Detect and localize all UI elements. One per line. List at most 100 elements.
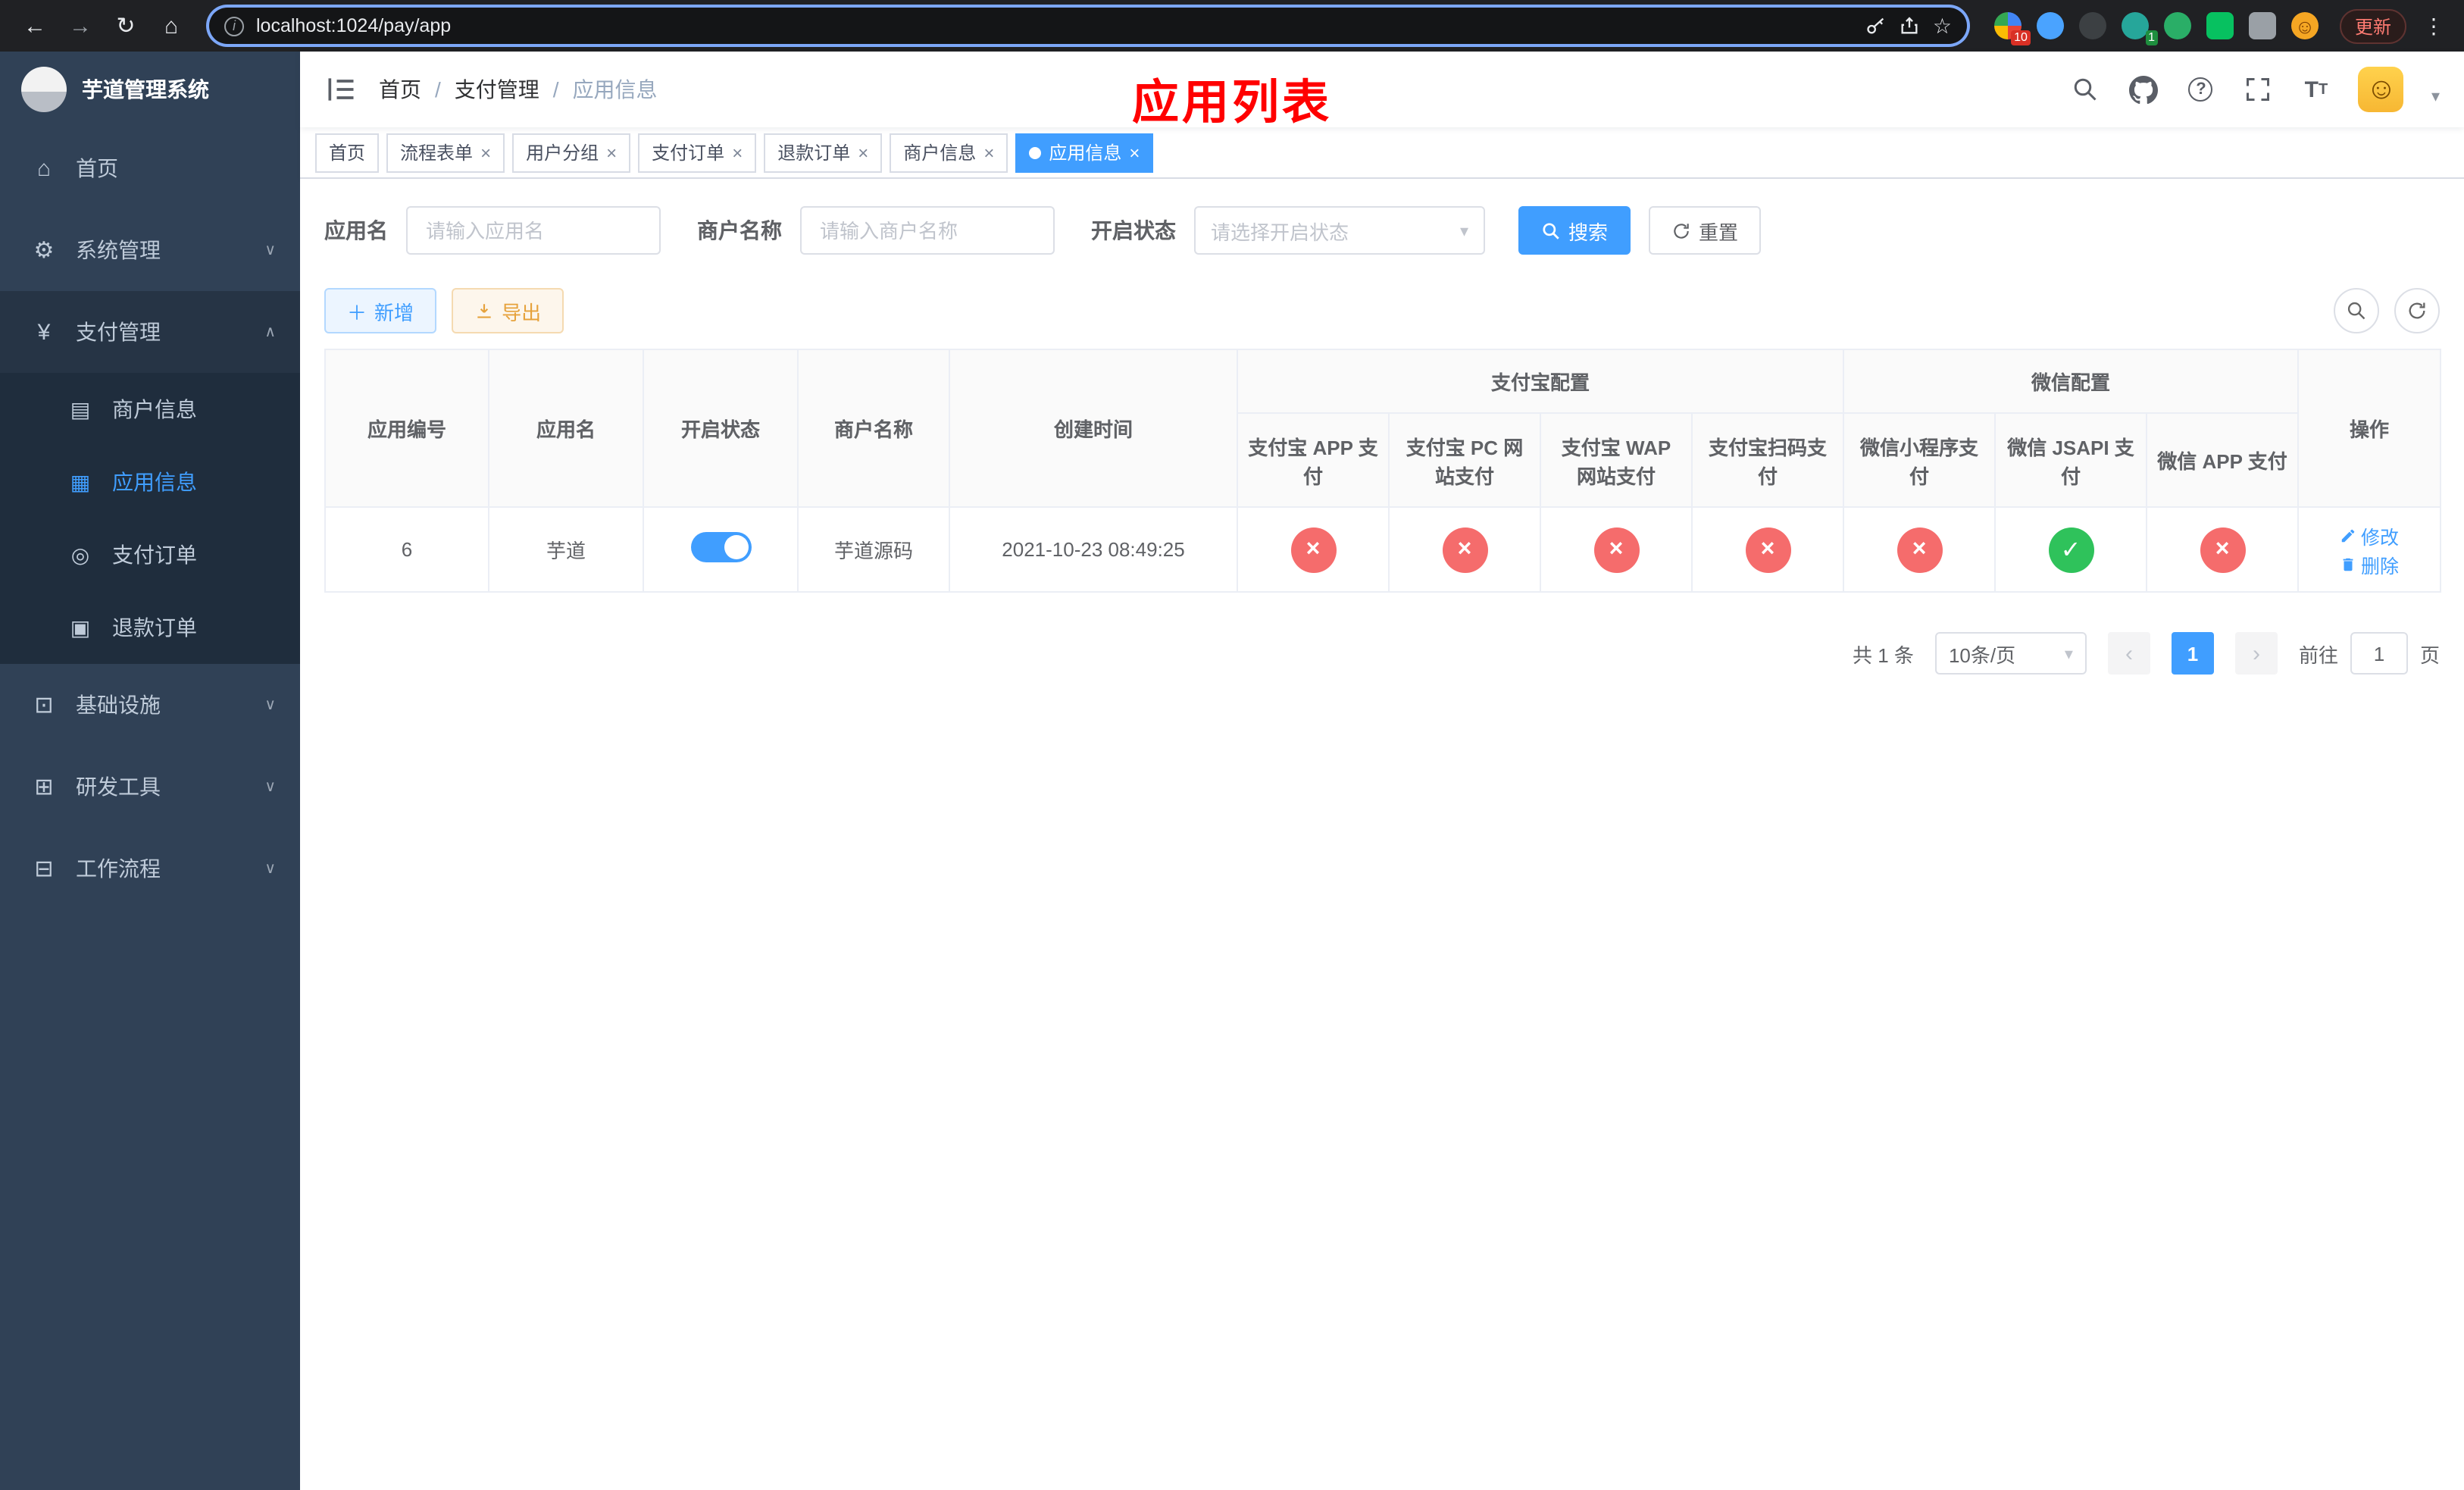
cell-app-name: 芋道: [488, 506, 644, 593]
ext-dark-icon[interactable]: [2078, 12, 2106, 39]
export-button[interactable]: 导出: [452, 288, 564, 333]
dashboard-icon: ⌂: [36, 155, 52, 181]
col-wechat-mini: 微信小程序支付: [1843, 412, 1997, 508]
status-toggle[interactable]: [690, 532, 751, 562]
tab-close-icon[interactable]: ×: [858, 143, 868, 161]
sidebar-item-merchant-info[interactable]: ▤ 商户信息: [0, 373, 300, 446]
chevron-down-icon: ∨: [264, 860, 276, 877]
ext-drop-icon[interactable]: [2036, 12, 2064, 39]
sidebar-item-pay-order[interactable]: ◎ 支付订单: [0, 518, 300, 591]
edit-link-label: 修改: [2361, 527, 2400, 548]
user-avatar[interactable]: ☺: [2358, 67, 2404, 112]
fullscreen-icon[interactable]: [2244, 74, 2274, 105]
payment-submenu: ▤ 商户信息 ▦ 应用信息 ◎ 支付订单 ▣ 退款订单: [0, 373, 300, 664]
gear-icon: ⚙: [33, 238, 55, 264]
font-size-icon[interactable]: TT: [2301, 74, 2331, 105]
workflow-icon: ⊟: [34, 856, 54, 882]
wechat-jsapi-status-icon: ✓: [2048, 527, 2094, 572]
col-created: 创建时间: [949, 349, 1238, 508]
github-icon[interactable]: [2128, 74, 2159, 105]
col-alipay-wap: 支付宝 WAP 网站支付: [1540, 412, 1693, 508]
help-icon[interactable]: ?: [2186, 74, 2216, 105]
sidebar-item-payment[interactable]: ¥ 支付管理 ∧: [0, 291, 300, 373]
col-merchant: 商户名称: [797, 349, 950, 508]
tab-close-icon[interactable]: ×: [983, 143, 994, 161]
update-chip[interactable]: 更新: [2339, 8, 2406, 43]
app-title: 芋道管理系统: [82, 77, 209, 102]
sidebar-item-infrastructure[interactable]: ⊡ 基础设施 ∨: [0, 664, 300, 746]
hamburger-icon[interactable]: [324, 73, 358, 106]
profile-avatar[interactable]: ☺: [2290, 12, 2319, 39]
ext-colorwheel-icon[interactable]: 10: [1993, 12, 2031, 45]
home-icon[interactable]: ⌂: [152, 6, 191, 45]
search-button[interactable]: 搜索: [1518, 206, 1631, 255]
tab-close-icon[interactable]: ×: [480, 143, 491, 161]
breadcrumb-separator: /: [435, 77, 441, 102]
tab-refund-order[interactable]: 退款订单 ×: [764, 133, 883, 172]
tab-label: 应用信息: [1049, 142, 1122, 164]
reset-button[interactable]: 重置: [1649, 206, 1762, 255]
toggle-search-button[interactable]: [2334, 288, 2379, 333]
col-alipay-qr: 支付宝扫码支付: [1690, 412, 1845, 508]
add-button-label: 新增: [374, 301, 414, 324]
sidebar-item-devtools[interactable]: ⊞ 研发工具 ∨: [0, 746, 300, 828]
next-page-button[interactable]: ›: [2234, 632, 2278, 675]
back-icon[interactable]: ←: [15, 6, 55, 45]
ext-chat-icon[interactable]: [2206, 12, 2234, 39]
tab-pay-order[interactable]: 支付订单 ×: [638, 133, 757, 172]
tab-close-icon[interactable]: ×: [732, 143, 743, 161]
tab-close-icon[interactable]: ×: [606, 143, 617, 161]
delete-link[interactable]: 删除: [2340, 549, 2399, 578]
sidebar-item-refund-order[interactable]: ▣ 退款订单: [0, 591, 300, 664]
bookmark-star-icon[interactable]: ☆: [1933, 13, 1952, 39]
tab-merchant-info[interactable]: 商户信息 ×: [890, 133, 1008, 172]
goto-page-input[interactable]: [2350, 632, 2408, 675]
ext-green-circle-icon[interactable]: [2163, 12, 2191, 39]
refresh-button[interactable]: [2394, 288, 2440, 333]
share-icon[interactable]: [1900, 15, 1921, 36]
app-name-input[interactable]: [406, 206, 661, 255]
sidebar-item-workflow[interactable]: ⊟ 工作流程 ∨: [0, 828, 300, 909]
pencil-icon: [2341, 528, 2355, 542]
puzzle-extensions-icon[interactable]: [2248, 12, 2276, 39]
forward-icon[interactable]: →: [61, 6, 100, 45]
sidebar-item-app-info[interactable]: ▦ 应用信息: [0, 446, 300, 518]
sidebar-item-label: 商户信息: [112, 397, 197, 421]
ext-leaf-icon[interactable]: 1: [2121, 12, 2158, 45]
tab-home[interactable]: 首页: [315, 133, 380, 172]
address-bar[interactable]: i localhost:1024/pay/app ☆: [209, 8, 1967, 44]
info-icon[interactable]: i: [224, 16, 244, 36]
tab-close-icon[interactable]: ×: [1129, 143, 1140, 161]
reload-icon[interactable]: ↻: [106, 6, 145, 45]
col-alipay-pc: 支付宝 PC 网站支付: [1388, 412, 1541, 508]
breadcrumb-payment[interactable]: 支付管理: [455, 74, 539, 105]
col-status: 开启状态: [643, 349, 799, 508]
add-button[interactable]: ＋ 新增: [324, 288, 437, 333]
delete-link-label: 删除: [2361, 556, 2400, 577]
sidebar-item-home[interactable]: ⌂ 首页: [0, 127, 300, 209]
tab-label: 支付订单: [652, 142, 725, 164]
key-icon[interactable]: [1866, 15, 1887, 36]
pagination: 共 1 条 10条/页 ▾ ‹ 1 › 前往 页: [324, 632, 2440, 675]
prev-page-button[interactable]: ‹: [2107, 632, 2150, 675]
page-size-select[interactable]: 10条/页 ▾: [1934, 632, 2087, 675]
kebab-menu-icon[interactable]: ⋮: [2419, 13, 2449, 39]
breadcrumb-home[interactable]: 首页: [379, 74, 421, 105]
caret-down-icon[interactable]: ▾: [2431, 86, 2440, 106]
active-tab-dot: [1029, 146, 1042, 158]
sidebar-item-label: 研发工具: [76, 775, 161, 799]
edit-link[interactable]: 修改: [2340, 521, 2399, 549]
sidebar-item-system[interactable]: ⚙ 系统管理 ∨: [0, 209, 300, 291]
main-area: 首页 / 支付管理 / 应用信息 ? T T ☺ ▾ 应用列表 首页 流程表单 …: [300, 52, 2464, 1490]
search-icon[interactable]: [2071, 74, 2101, 105]
tab-app-info[interactable]: 应用信息 ×: [1015, 133, 1154, 172]
tab-user-group[interactable]: 用户分组 ×: [512, 133, 631, 172]
merchant-name-input[interactable]: [800, 206, 1055, 255]
wechat-app-status-icon: ×: [2200, 527, 2246, 572]
config-status-cell: ✓: [1994, 506, 2148, 593]
sidebar-item-label: 工作流程: [76, 856, 161, 881]
status-select[interactable]: 请选择开启状态 ▾: [1194, 206, 1485, 255]
tab-process-form[interactable]: 流程表单 ×: [386, 133, 505, 172]
sidebar-item-label: 系统管理: [76, 238, 161, 262]
tags-view-bar: 首页 流程表单 × 用户分组 × 支付订单 × 退款订单 × 商户信息 × 应用…: [300, 127, 2464, 179]
